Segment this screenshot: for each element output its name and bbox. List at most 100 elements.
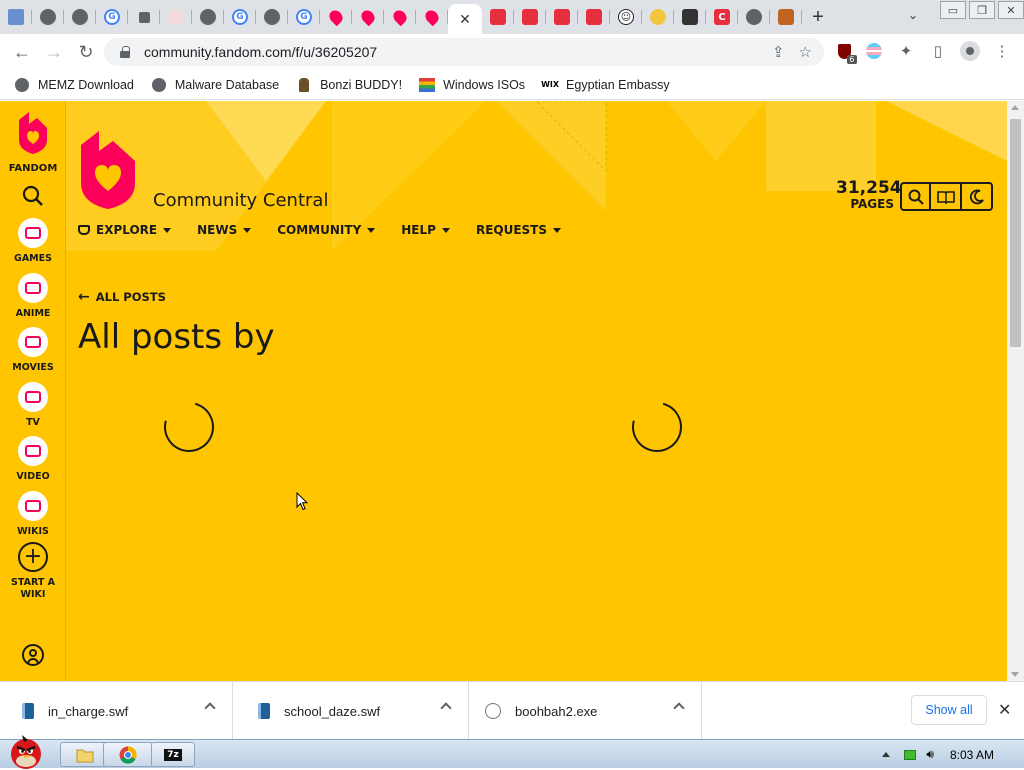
scrollbar-thumb[interactable] (1010, 119, 1021, 347)
tab[interactable] (160, 0, 192, 34)
reload-button[interactable]: ↻ (70, 36, 102, 68)
tab[interactable]: G (224, 0, 256, 34)
sidebar-item-anime[interactable]: ANIME (0, 273, 66, 320)
bookmark-memz[interactable]: MEMZ Download (14, 77, 134, 93)
search-icon (908, 189, 924, 205)
sidebar-item-tv[interactable]: TV (0, 382, 66, 429)
moon-icon (969, 189, 984, 204)
tab[interactable] (128, 0, 160, 34)
caret-down-icon (553, 227, 562, 233)
tab[interactable] (192, 0, 224, 34)
minimize-button[interactable]: ▭ (940, 1, 966, 19)
scroll-up-arrow-icon[interactable] (1011, 105, 1019, 110)
tab[interactable] (578, 0, 610, 34)
bookmark-label: Malware Database (174, 77, 280, 92)
wiki-name[interactable]: Community Central (153, 190, 328, 211)
address-bar[interactable]: community.fandom.com/f/u/36205207 ⇪ ☆ (104, 38, 824, 66)
tab[interactable]: ☺ (610, 0, 642, 34)
page-title: All posts by (78, 317, 275, 357)
bookmark-windows-isos[interactable]: Windows ISOs (419, 77, 525, 93)
tab[interactable] (256, 0, 288, 34)
scroll-down-arrow-icon[interactable] (1011, 672, 1019, 677)
tab-search-button[interactable]: ⌄ (908, 8, 918, 22)
forward-button[interactable]: → (38, 36, 70, 68)
url-text[interactable]: community.fandom.com/f/u/36205207 (144, 44, 377, 60)
nav-help[interactable]: HELP (401, 223, 450, 237)
close-download-shelf-button[interactable]: ✕ (998, 700, 1011, 720)
tab[interactable]: C (706, 0, 738, 34)
nav-community[interactable]: COMMUNITY (277, 223, 376, 237)
nav-news[interactable]: NEWS (197, 223, 252, 237)
fandom-logo-icon[interactable] (15, 110, 51, 156)
tab[interactable] (32, 0, 64, 34)
page-scrollbar[interactable] (1007, 101, 1024, 681)
profile-button[interactable] (960, 41, 980, 61)
tab[interactable]: G (96, 0, 128, 34)
sidebar-item-video[interactable]: VIDEO (0, 436, 66, 483)
tf2-icon (778, 9, 794, 25)
clock[interactable]: 8:03 AM (950, 748, 994, 762)
sidebar-item-movies[interactable]: MOVIES (0, 327, 66, 374)
pride-extension[interactable] (864, 41, 884, 61)
download-item[interactable]: boohbah2.exe (469, 682, 702, 740)
globe-icon (264, 9, 280, 25)
tab-active[interactable]: ✕ (448, 4, 482, 34)
tab-close-icon[interactable]: ✕ (459, 11, 471, 28)
wiki-activity-button[interactable] (931, 182, 962, 211)
tab[interactable] (416, 0, 448, 34)
back-button[interactable]: ← (6, 36, 38, 68)
show-all-downloads-button[interactable]: Show all (911, 695, 987, 725)
close-window-button[interactable]: ✕ (998, 1, 1024, 19)
caret-down-icon (163, 227, 172, 233)
chevron-up-icon[interactable] (204, 702, 216, 714)
wiki-search-button[interactable] (900, 182, 931, 211)
new-tab-button[interactable]: + (802, 2, 834, 32)
tab[interactable] (64, 0, 96, 34)
restore-button[interactable]: ❐ (969, 1, 995, 19)
lock-icon[interactable] (120, 46, 130, 58)
chevron-up-icon[interactable] (673, 702, 685, 714)
bookmark-egyptian-embassy[interactable]: WIX Egyptian Embassy (541, 77, 670, 93)
taskbar-chrome-button[interactable] (103, 742, 153, 767)
side-panel-button[interactable]: ▯ (928, 41, 948, 61)
tab[interactable] (384, 0, 416, 34)
bookmark-bonzi-buddy[interactable]: Bonzi BUDDY! (296, 77, 402, 93)
battery-icon[interactable] (904, 749, 917, 760)
bookmark-star-icon[interactable]: ☆ (799, 43, 812, 61)
sidebar-item-wikis[interactable]: WIKIS (0, 491, 66, 538)
tab[interactable] (738, 0, 770, 34)
show-hidden-icons-arrow-icon[interactable] (882, 752, 891, 757)
sidebar-item-games[interactable]: GAMES (0, 218, 66, 265)
volume-icon[interactable]: 🔊︎ (926, 747, 934, 762)
tab[interactable]: G (288, 0, 320, 34)
all-posts-link[interactable]: ← ALL POSTS (78, 289, 166, 305)
download-item[interactable]: school_daze.swf (236, 682, 469, 740)
nav-label: HELP (401, 223, 436, 237)
tab[interactable] (674, 0, 706, 34)
ublock-extension[interactable]: 6 (834, 41, 857, 64)
user-account-icon[interactable] (22, 644, 44, 666)
tab[interactable] (0, 0, 32, 34)
chrome-menu-button[interactable]: ⋮ (992, 41, 1012, 61)
taskbar-7zip-button[interactable]: 7z (151, 742, 195, 767)
bookmark-malware-database[interactable]: Malware Database (151, 77, 279, 93)
tab[interactable] (642, 0, 674, 34)
chevron-up-icon[interactable] (440, 702, 452, 714)
fandom-brand-label[interactable]: FANDOM (0, 163, 66, 174)
start-button-angry-bird-icon[interactable] (2, 732, 48, 770)
sidebar-item-label: GAMES (14, 253, 52, 264)
extensions-button[interactable]: ✦ (896, 41, 916, 61)
tab[interactable] (770, 0, 802, 34)
tab[interactable] (482, 0, 514, 34)
community-central-logo[interactable] (77, 129, 137, 211)
sidebar-item-start-wiki[interactable]: + START A WIKI (0, 542, 66, 601)
tab[interactable] (546, 0, 578, 34)
tab[interactable] (514, 0, 546, 34)
nav-requests[interactable]: REQUESTS (476, 223, 562, 237)
nav-explore[interactable]: EXPLORE (78, 223, 172, 237)
share-icon[interactable]: ⇪ (772, 43, 785, 61)
theme-toggle-button[interactable] (962, 182, 993, 211)
tab[interactable] (320, 0, 352, 34)
search-icon[interactable] (22, 185, 44, 207)
tab[interactable] (352, 0, 384, 34)
